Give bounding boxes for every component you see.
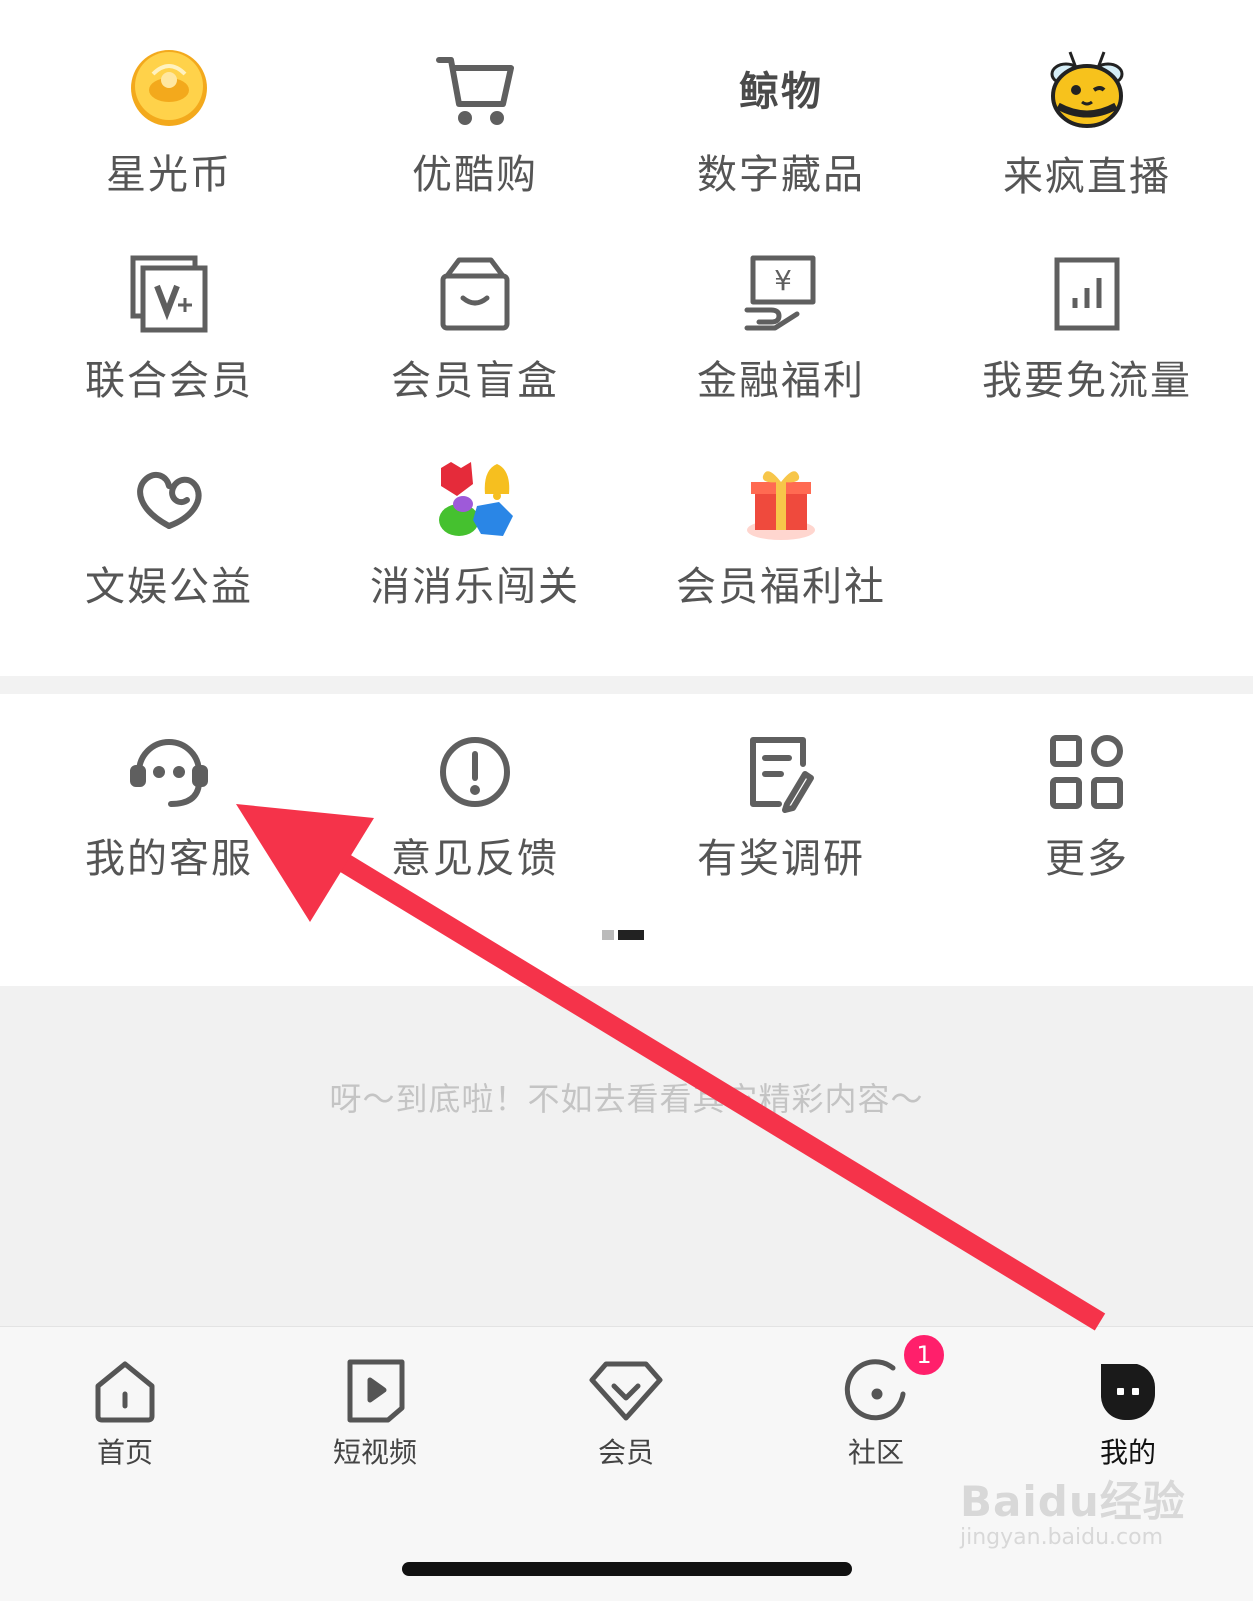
- services-grid: 星光币 优酷购 鲸物 数字藏品 来疯直播 联合会员 会员盲盒 ¥ 金融福利 我要…: [0, 0, 1253, 676]
- charity-heart-icon: [121, 456, 217, 544]
- tab-home[interactable]: 首页: [45, 1353, 205, 1471]
- baidu-jingyan-watermark: Baidu经验 jingyan.baidu.com: [960, 1468, 1186, 1550]
- service-label: 我要免流量: [982, 358, 1192, 404]
- service-joint-membership[interactable]: 联合会员: [16, 216, 322, 406]
- service-label: 优酷购: [412, 152, 538, 198]
- page-dot-active: [618, 930, 644, 940]
- service-match-game[interactable]: 消消乐闯关: [322, 422, 628, 612]
- tool-label: 我的客服: [85, 836, 253, 882]
- digital-collectibles-icon: 鲸物: [733, 44, 829, 132]
- free-data-icon: [1039, 250, 1135, 338]
- mine-icon: [1090, 1353, 1166, 1429]
- service-free-data[interactable]: 我要免流量: [934, 216, 1240, 406]
- service-youku-shop[interactable]: 优酷购: [322, 10, 628, 200]
- watermark-url: jingyan.baidu.com: [960, 1525, 1164, 1550]
- service-finance[interactable]: ¥ 金融福利: [628, 216, 934, 406]
- bee-icon: [1039, 44, 1135, 134]
- survey-icon: [733, 728, 829, 816]
- tool-more[interactable]: 更多: [934, 694, 1240, 884]
- tab-short-video[interactable]: 短视频: [295, 1353, 455, 1471]
- tab-label: 社区: [847, 1436, 904, 1469]
- service-star-coin[interactable]: 星光币: [16, 10, 322, 200]
- tool-survey[interactable]: 有奖调研: [628, 694, 934, 884]
- home-icon: [87, 1353, 163, 1429]
- service-laifeng-live[interactable]: 来疯直播: [934, 10, 1240, 200]
- service-label: 联合会员: [85, 358, 253, 404]
- service-label: 消消乐闯关: [370, 564, 580, 610]
- more-grid-icon: [1039, 728, 1135, 816]
- joint-membership-icon: [121, 250, 217, 338]
- page-dot: [602, 930, 614, 940]
- service-label: 来疯直播: [1003, 154, 1171, 200]
- star-coin-icon: [121, 44, 217, 132]
- svg-text:¥: ¥: [774, 264, 792, 297]
- tab-label: 首页: [96, 1436, 153, 1469]
- feedback-icon: [427, 728, 523, 816]
- service-label: 会员盲盒: [391, 358, 559, 404]
- customer-service-icon: [121, 728, 217, 816]
- bottom-tab-bar: 首页 短视频 会员 社区 我的: [0, 1326, 1253, 1601]
- blind-box-icon: [427, 250, 523, 338]
- service-label: 会员福利社: [676, 564, 886, 610]
- gift-box-icon: [733, 456, 829, 544]
- tool-customer-service[interactable]: 我的客服: [16, 694, 322, 884]
- tab-mine[interactable]: 我的: [1048, 1353, 1208, 1471]
- end-of-content-message: 呀～到底啦！不如去看看其它精彩内容～: [329, 1080, 924, 1118]
- service-label: 文娱公益: [85, 564, 253, 610]
- tool-label: 更多: [1045, 836, 1129, 882]
- tools-grid: 我的客服 意见反馈 有奖调研 更多: [0, 694, 1253, 986]
- watermark-brand: Baidu经验: [960, 1477, 1186, 1526]
- digital-collectibles-logo: 鲸物: [739, 69, 823, 115]
- tab-vip[interactable]: 会员: [546, 1353, 706, 1471]
- home-indicator[interactable]: [402, 1562, 852, 1576]
- page-indicator: [602, 930, 644, 940]
- service-charity[interactable]: 文娱公益: [16, 422, 322, 612]
- tab-label: 会员: [597, 1436, 654, 1469]
- service-label: 金融福利: [697, 358, 865, 404]
- tool-label: 意见反馈: [391, 836, 559, 882]
- short-video-icon: [337, 1353, 413, 1429]
- vip-diamond-icon: [588, 1353, 664, 1429]
- service-welfare-club[interactable]: 会员福利社: [628, 422, 934, 612]
- match-game-icon: [427, 456, 523, 544]
- cart-icon: [427, 44, 523, 132]
- service-digital-collectibles[interactable]: 鲸物 数字藏品: [628, 10, 934, 200]
- service-label: 数字藏品: [697, 152, 865, 198]
- service-blind-box[interactable]: 会员盲盒: [322, 216, 628, 406]
- tool-label: 有奖调研: [697, 836, 865, 882]
- tab-label: 我的: [1099, 1436, 1156, 1469]
- service-label: 星光币: [106, 152, 232, 198]
- content-end-area: [0, 986, 1253, 1326]
- tool-feedback[interactable]: 意见反馈: [322, 694, 628, 884]
- tab-label: 短视频: [332, 1436, 417, 1469]
- section-divider: [0, 676, 1253, 694]
- finance-icon: ¥: [733, 250, 829, 338]
- community-notification-badge: 1: [901, 1332, 947, 1378]
